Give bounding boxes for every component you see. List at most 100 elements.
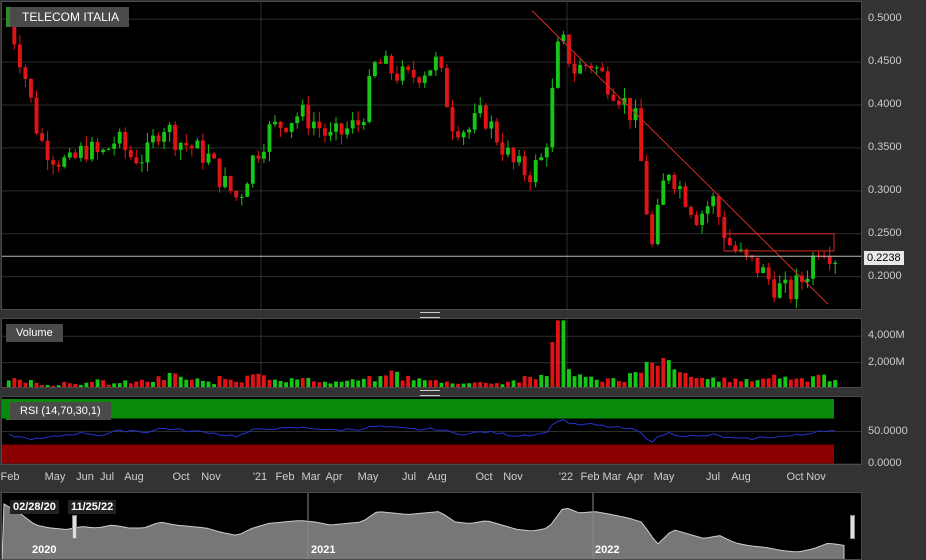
- candle-body: [311, 121, 316, 129]
- rsi-panel[interactable]: RSI (14,70,30,1): [1, 396, 862, 465]
- x-tick-label: Aug: [731, 471, 751, 483]
- candle-body: [267, 124, 272, 152]
- x-tick-label: '21: [252, 471, 268, 483]
- candle-body: [533, 160, 538, 183]
- candle-body: [284, 127, 289, 132]
- candle-body: [239, 196, 244, 198]
- volume-bar: [311, 381, 316, 387]
- candle-body: [694, 214, 699, 226]
- candle-body: [372, 62, 377, 77]
- candle-body: [206, 153, 211, 163]
- candle-body: [245, 183, 250, 197]
- volume-bar: [206, 381, 211, 387]
- candle-body: [572, 63, 577, 74]
- candle-body: [134, 157, 139, 164]
- volume-bar: [589, 376, 594, 387]
- candle-body: [494, 121, 499, 143]
- volume-bar: [23, 382, 28, 387]
- volume-chart[interactable]: [2, 319, 862, 388]
- candle-body: [167, 124, 172, 133]
- volume-bar: [145, 381, 150, 387]
- volume-bar: [650, 362, 655, 387]
- candle-body: [672, 174, 677, 190]
- nav-left-handle[interactable]: [72, 515, 77, 539]
- candle-body: [655, 204, 660, 245]
- candle-body: [228, 176, 233, 191]
- candle-body: [295, 116, 300, 124]
- candle-body: [95, 141, 100, 153]
- candle-body: [833, 262, 838, 264]
- volume-bar: [356, 380, 361, 387]
- candle-body: [711, 196, 716, 207]
- volume-bar: [777, 378, 782, 387]
- candle-body: [112, 143, 117, 149]
- volume-bar: [200, 380, 205, 387]
- volume-bar: [727, 382, 732, 387]
- volume-bar: [406, 375, 411, 387]
- range-navigator[interactable]: 02/28/20 11/25/22 2020 2021 2022: [1, 492, 862, 560]
- x-tick-label: Mar: [602, 471, 622, 483]
- volume-bar: [306, 377, 311, 387]
- candle-body: [361, 122, 366, 126]
- x-tick-label: Jun: [76, 471, 94, 483]
- candle-body: [195, 140, 200, 149]
- x-tick-label: May: [44, 471, 66, 483]
- volume-bar: [195, 378, 200, 387]
- candle-body: [400, 66, 405, 81]
- rsi-label: RSI (14,70,30,1): [6, 402, 111, 420]
- volume-bar: [811, 376, 815, 387]
- volume-bar: [73, 383, 78, 387]
- candle-body: [411, 69, 416, 78]
- volume-bar: [644, 361, 649, 387]
- volume-bar: [284, 382, 289, 387]
- volume-bar: [467, 383, 472, 387]
- candle-body: [666, 174, 671, 181]
- candle-body: [123, 131, 128, 150]
- volume-bar: [117, 383, 122, 387]
- volume-bar: [478, 382, 483, 387]
- volume-bar: [367, 376, 372, 387]
- volume-bar: [633, 372, 638, 387]
- candle-body: [250, 155, 255, 184]
- volume-bar: [816, 374, 821, 387]
- volume-panel[interactable]: Volume: [1, 318, 862, 388]
- candle-body: [117, 131, 122, 144]
- candle-body: [273, 121, 277, 125]
- candle-body: [550, 87, 555, 148]
- rsi-chart[interactable]: [2, 397, 862, 465]
- candle-body: [395, 73, 399, 81]
- volume-bar: [639, 372, 644, 387]
- volume-bar: [761, 378, 766, 387]
- x-tick-label: Oct: [172, 471, 190, 483]
- volume-bar: [461, 383, 466, 387]
- volume-bar: [67, 383, 72, 387]
- candle-body: [417, 77, 422, 83]
- candle-body: [506, 147, 510, 155]
- volume-bar: [167, 372, 172, 387]
- x-tick-label: Apr: [626, 471, 644, 483]
- volume-bar: [322, 381, 327, 387]
- volume-bar: [51, 385, 56, 387]
- nav-year-2021: 2021: [311, 544, 336, 556]
- volume-bar: [738, 381, 743, 387]
- nav-right-handle[interactable]: [850, 515, 855, 539]
- volume-bar: [433, 380, 438, 387]
- volume-bar: [267, 379, 272, 387]
- volume-bar: [261, 375, 266, 387]
- price-chart[interactable]: [2, 2, 862, 310]
- volume-bar: [594, 379, 599, 387]
- volume-bar: [78, 384, 83, 387]
- candle-body: [289, 123, 294, 132]
- volume-y-tick: 2,000M: [868, 355, 905, 368]
- candle-body: [511, 147, 516, 163]
- last-price-badge: 0.2238: [864, 251, 904, 265]
- volume-bar: [278, 380, 283, 387]
- volume-bar: [389, 370, 394, 387]
- candle-body: [29, 78, 33, 98]
- candle-body: [162, 132, 167, 142]
- price-panel[interactable]: TELECOM ITALIA: [1, 1, 862, 310]
- volume-bar: [295, 379, 300, 387]
- candle-body: [406, 66, 411, 70]
- candle-body: [594, 67, 599, 69]
- volume-bar: [511, 380, 516, 387]
